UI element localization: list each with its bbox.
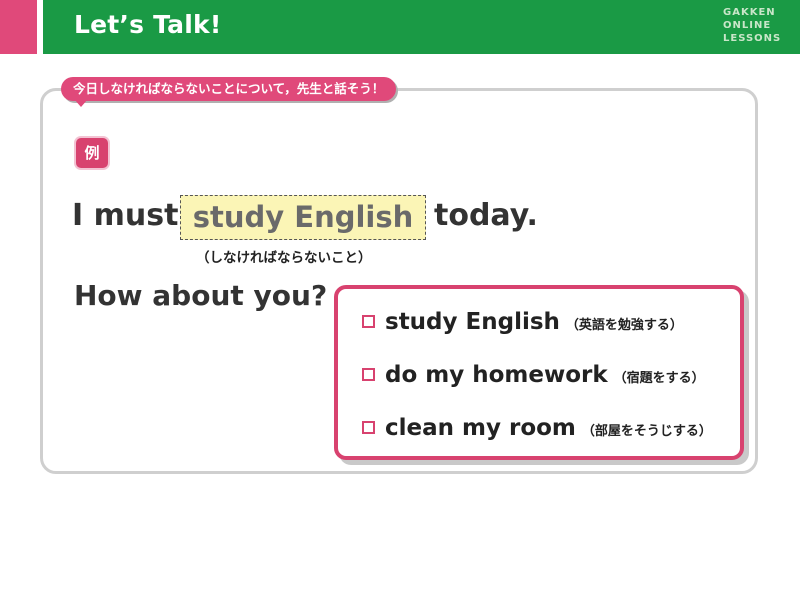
options-panel: study English （英語を勉強する） do my homework （… [334,285,744,460]
option-text: do my homework [385,362,608,388]
brand-line-1: GAKKEN [723,7,776,18]
header-accent [0,0,37,54]
square-bullet-icon [362,315,375,328]
option-note: （宿題をする） [613,371,705,386]
answer-note: （しなければならないこと） [196,250,372,266]
example-badge: 例 [76,138,108,168]
sentence-end: today. [434,198,538,233]
answer-box: study English [180,195,426,240]
option-note: （英語を勉強する） [565,318,683,333]
brand-line-3: LESSONS [723,33,782,44]
question-text: How about you? [74,279,328,312]
answer-text: study English [192,200,414,234]
header-divider [37,0,43,54]
option-item: clean my room （部屋をそうじする） [362,415,712,441]
instruction-bubble: 今日しなければならないことについて，先生と話そう！ [61,77,397,101]
page-title: Let’s Talk! [74,10,222,39]
sentence-start: I must [72,198,179,233]
instruction-bubble-tail [74,99,88,107]
option-item: study English （英語を勉強する） [362,309,683,335]
square-bullet-icon [362,368,375,381]
option-text: study English [385,309,560,335]
option-note: （部屋をそうじする） [581,424,712,439]
square-bullet-icon [362,421,375,434]
option-item: do my homework （宿題をする） [362,362,705,388]
brand-logo: GAKKEN ONLINE LESSONS [723,6,785,45]
option-text: clean my room [385,415,576,441]
brand-line-2: ONLINE [723,20,772,31]
